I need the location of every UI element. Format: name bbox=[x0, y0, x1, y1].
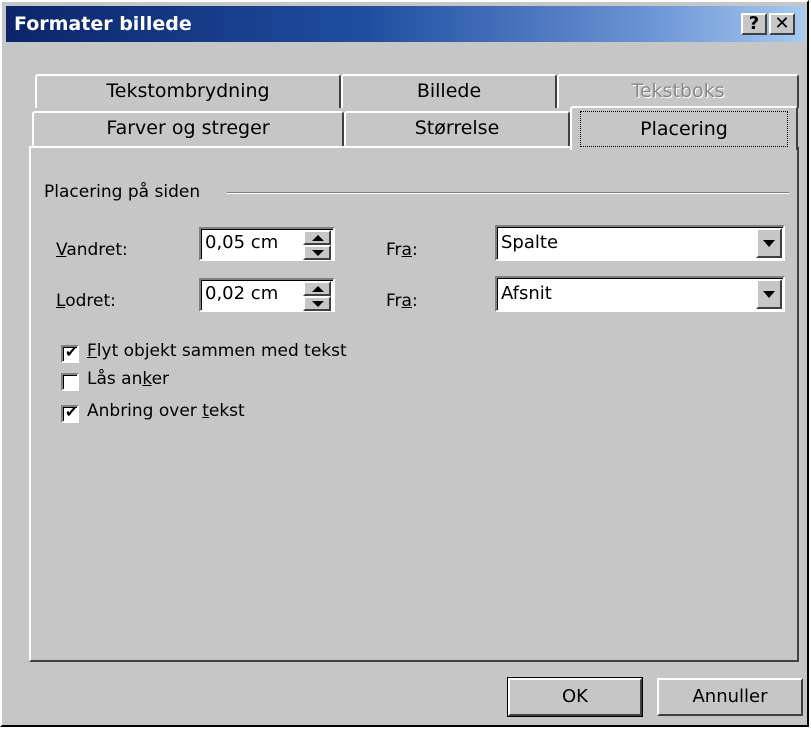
checkmark-icon: ✔ bbox=[65, 403, 78, 421]
move-with-text-checkbox[interactable]: ✔ bbox=[61, 343, 79, 363]
vertical-position-value: 0,02 cm bbox=[205, 283, 279, 304]
horizontal-label: Vandret: bbox=[56, 240, 128, 260]
format-picture-dialog: Formater billede ? ✕ Tekstombrydning Bil… bbox=[0, 0, 809, 727]
spin-down-button[interactable] bbox=[303, 245, 331, 260]
cancel-button[interactable]: Annuller bbox=[657, 678, 803, 716]
vertical-from-label: Fra: bbox=[386, 291, 418, 311]
help-button[interactable]: ? bbox=[741, 13, 767, 35]
spin-up-button[interactable] bbox=[303, 230, 331, 245]
dialog-title: Formater billede bbox=[14, 13, 192, 35]
horizontal-from-value: Spalte bbox=[501, 232, 559, 253]
vertical-from-select[interactable]: Afsnit bbox=[495, 276, 785, 312]
tab-colors-lines[interactable]: Farver og streger bbox=[32, 111, 344, 148]
vertical-label: Lodret: bbox=[56, 291, 116, 311]
spin-up-button[interactable] bbox=[303, 281, 331, 296]
tab-label: Tekstombrydning bbox=[106, 80, 270, 102]
checkmark-icon: ✔ bbox=[65, 343, 78, 361]
arrow-down-icon bbox=[312, 301, 324, 307]
lock-anchor-checkbox[interactable] bbox=[61, 373, 79, 391]
arrow-down-icon bbox=[312, 250, 324, 256]
tab-text-box: Tekstboks bbox=[557, 74, 799, 108]
vertical-from-value: Afsnit bbox=[501, 283, 552, 304]
lock-anchor-label: Lås anker bbox=[87, 369, 170, 389]
tab-size[interactable]: Størrelse bbox=[344, 111, 570, 148]
title-bar: Formater billede ? ✕ bbox=[6, 6, 805, 42]
horizontal-from-select[interactable]: Spalte bbox=[495, 225, 785, 261]
group-divider bbox=[227, 192, 789, 194]
cancel-label: Annuller bbox=[692, 686, 768, 707]
chevron-down-icon bbox=[763, 240, 775, 247]
horizontal-position-field[interactable]: 0,05 cm bbox=[199, 227, 335, 261]
tab-panel-position: Placering på siden Vandret: 0,05 cm Fra:… bbox=[29, 146, 799, 662]
tab-picture[interactable]: Billede bbox=[341, 74, 557, 108]
horizontal-spinner[interactable] bbox=[303, 230, 331, 260]
place-over-text-checkbox[interactable]: ✔ bbox=[61, 403, 79, 423]
ok-button[interactable]: OK bbox=[507, 677, 643, 717]
arrow-up-icon bbox=[312, 235, 324, 241]
tab-label: Billede bbox=[416, 80, 482, 102]
tab-position[interactable]: Placering bbox=[570, 106, 798, 150]
tab-label: Tekstboks bbox=[631, 80, 725, 102]
arrow-up-icon bbox=[312, 286, 324, 292]
move-with-text-label: Flyt objekt sammen med tekst bbox=[87, 341, 347, 361]
horizontal-from-label: Fra: bbox=[386, 240, 418, 260]
tab-label: Størrelse bbox=[414, 117, 500, 139]
chevron-down-icon bbox=[763, 291, 775, 298]
group-label: Placering på siden bbox=[44, 182, 201, 202]
close-button[interactable]: ✕ bbox=[769, 13, 795, 35]
close-icon: ✕ bbox=[774, 13, 790, 34]
dropdown-button[interactable] bbox=[756, 279, 782, 309]
tab-label: Farver og streger bbox=[106, 117, 270, 139]
ok-label: OK bbox=[562, 686, 588, 707]
focus-rectangle bbox=[580, 111, 788, 147]
horizontal-position-value: 0,05 cm bbox=[205, 232, 279, 253]
place-over-text-label: Anbring over tekst bbox=[87, 401, 245, 421]
spin-down-button[interactable] bbox=[303, 296, 331, 311]
dropdown-button[interactable] bbox=[756, 228, 782, 258]
vertical-spinner[interactable] bbox=[303, 281, 331, 311]
help-icon: ? bbox=[748, 13, 760, 34]
tab-text-wrapping[interactable]: Tekstombrydning bbox=[35, 74, 341, 108]
vertical-position-field[interactable]: 0,02 cm bbox=[199, 278, 335, 312]
